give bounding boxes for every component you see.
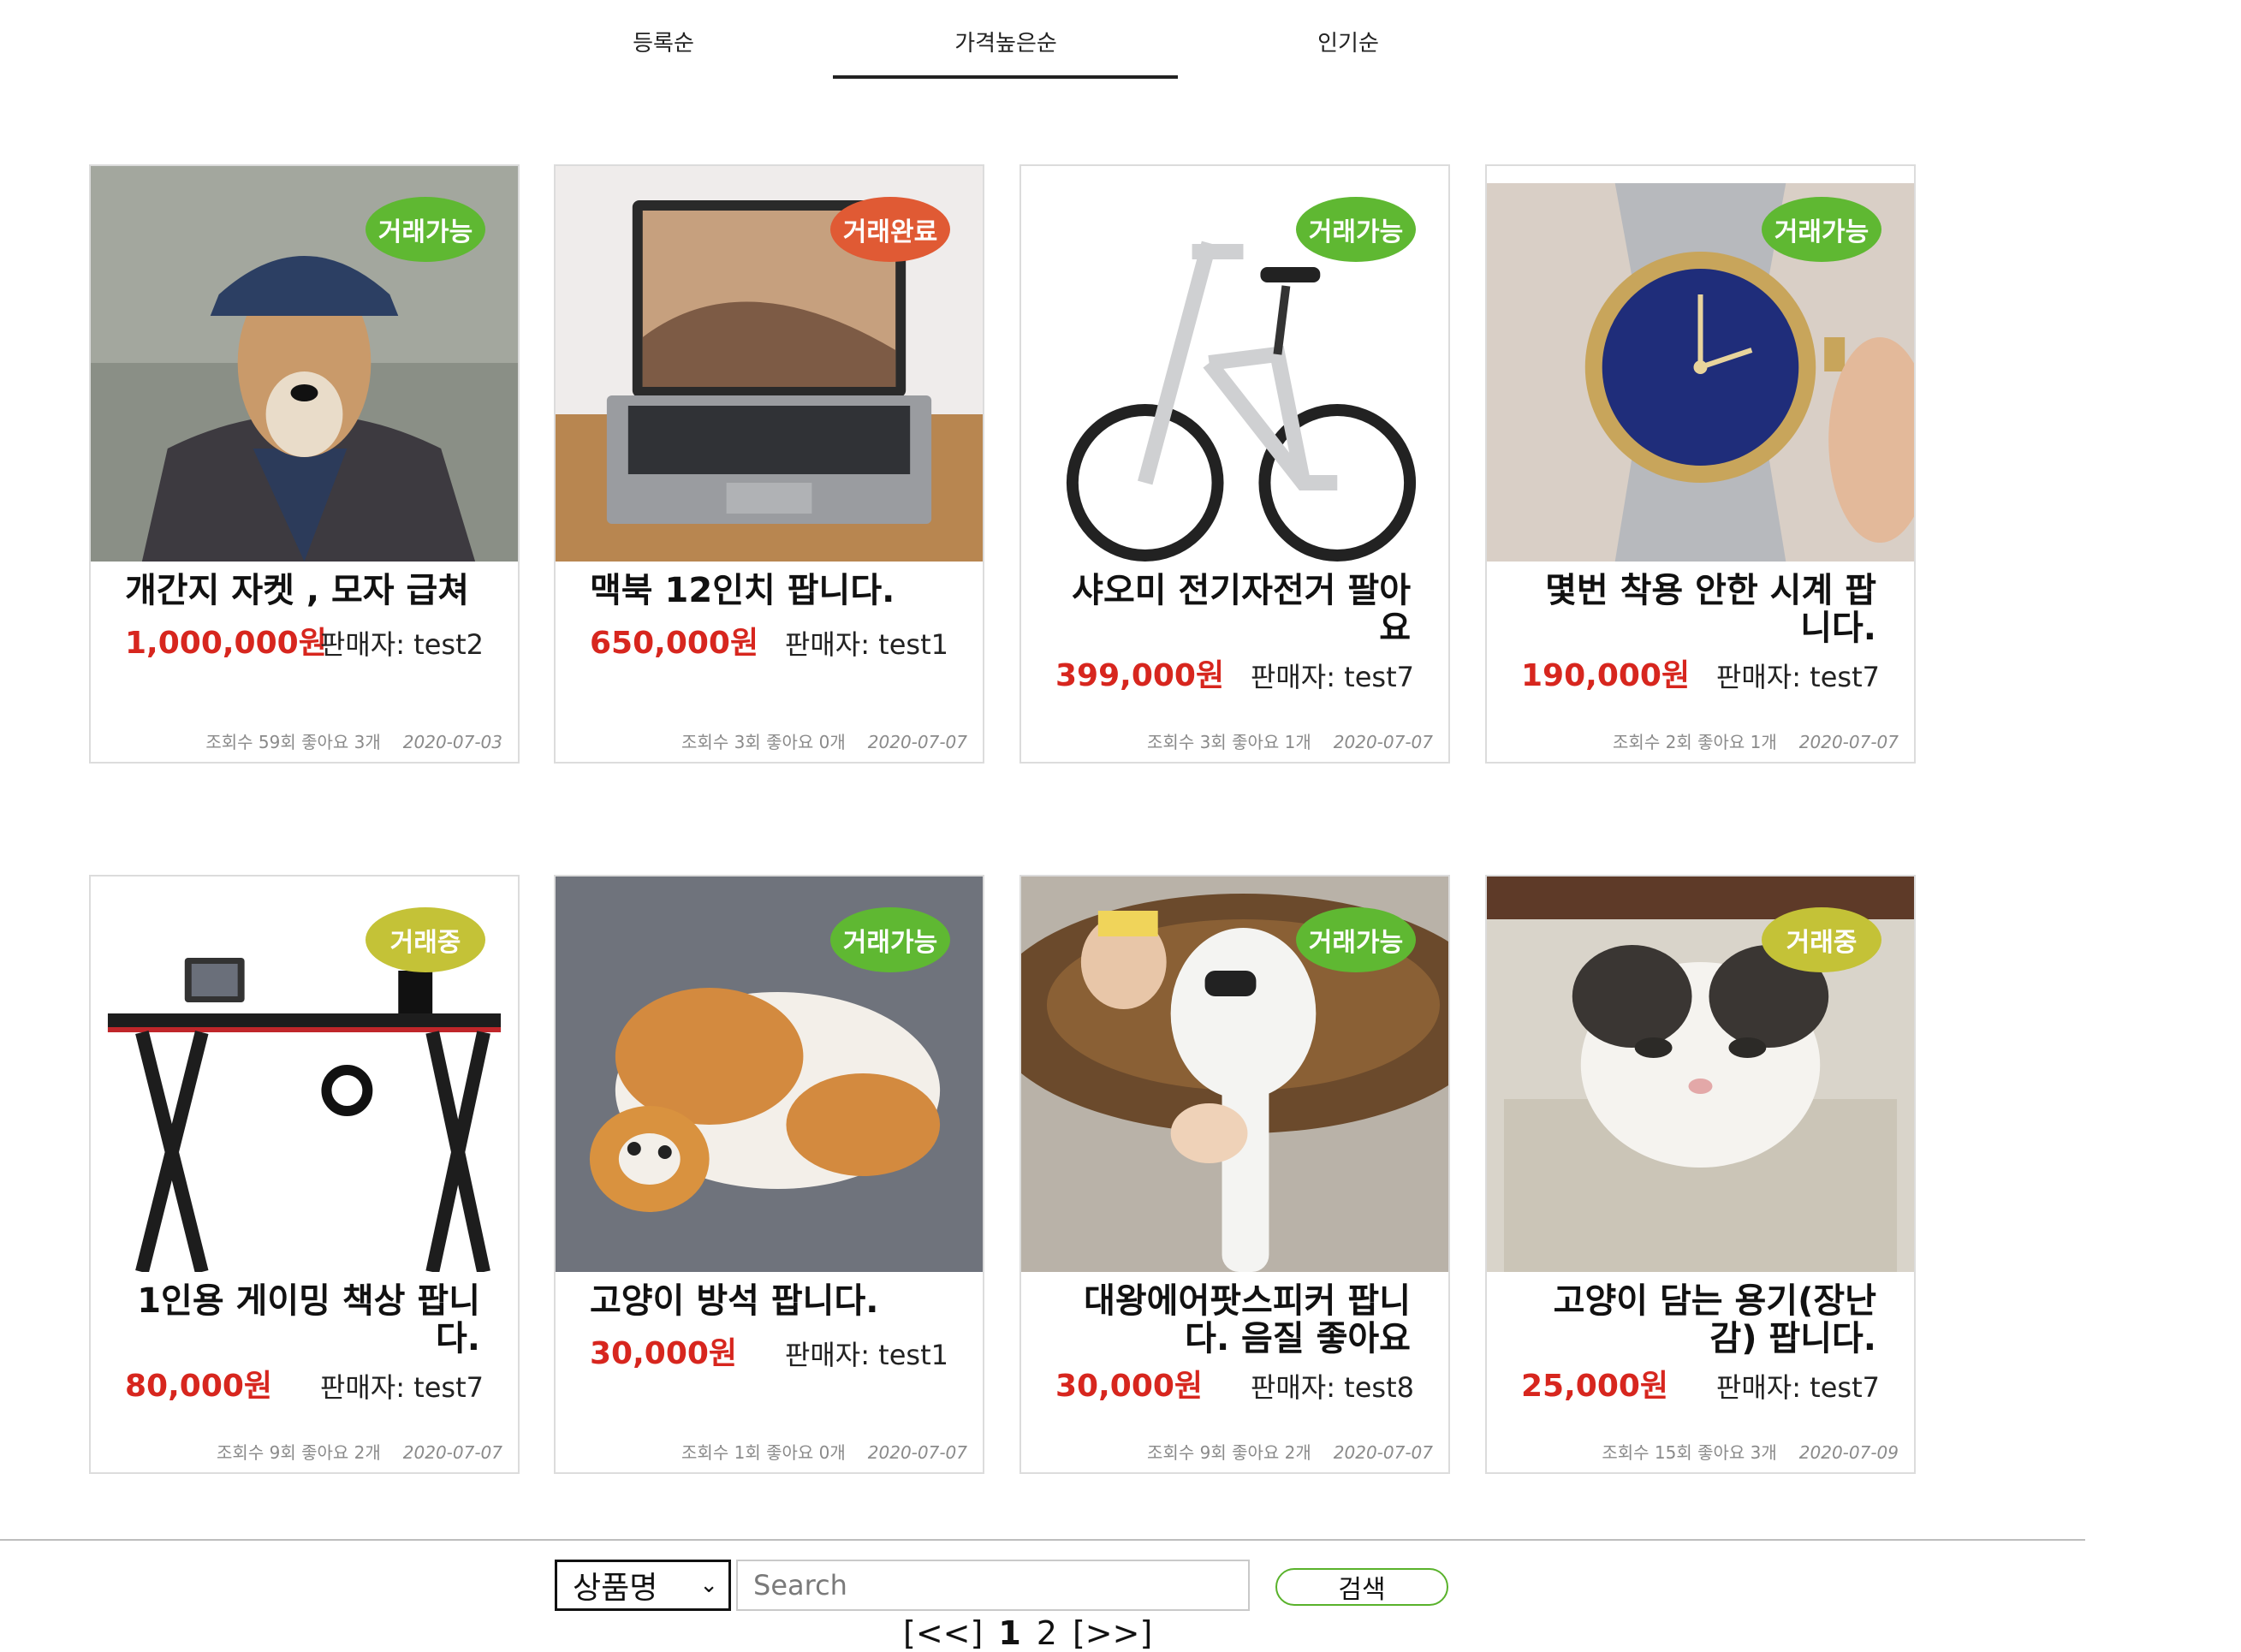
seller-label: 판매자: test1 bbox=[784, 1339, 948, 1371]
last-page-link[interactable]: [>>] bbox=[1073, 1614, 1152, 1652]
product-meta: 조회수 2회 좋아요 1개 2020-07-07 bbox=[1613, 728, 1899, 753]
seller-label: 판매자: test2 bbox=[319, 628, 484, 661]
product-title[interactable]: 대왕에어팟스피커 팝니다. 음질 좋아요 bbox=[1051, 1282, 1411, 1358]
product-meta: 조회수 9회 좋아요 2개 2020-07-07 bbox=[1147, 1439, 1433, 1464]
product-title[interactable]: 맥북 12인치 팝니다. bbox=[590, 572, 958, 609]
view-like-stats: 조회수 2회 좋아요 1개 bbox=[1613, 732, 1777, 752]
product-title[interactable]: 1인용 게이밍 책상 팝니다. bbox=[121, 1282, 480, 1358]
post-date: 2020-07-07 bbox=[1333, 732, 1433, 752]
seller-label: 판매자: test7 bbox=[1250, 661, 1414, 693]
status-badge: 거래중 bbox=[1762, 907, 1881, 972]
product-price: 399,000원 bbox=[1055, 658, 1225, 693]
view-like-stats: 조회수 9회 좋아요 2개 bbox=[217, 1442, 381, 1463]
product-price: 25,000원 bbox=[1521, 1369, 1669, 1404]
view-like-stats: 조회수 59회 좋아요 3개 bbox=[205, 732, 381, 752]
product-title[interactable]: 샤오미 전기자전거 팔아요 bbox=[1051, 572, 1411, 647]
status-badge: 거래가능 bbox=[1296, 197, 1416, 262]
status-badge: 거래가능 bbox=[1762, 197, 1881, 262]
status-badge: 거래가능 bbox=[1296, 907, 1416, 972]
chevron-down-icon: ⌄ bbox=[699, 1572, 718, 1598]
post-date: 2020-07-07 bbox=[867, 1442, 967, 1463]
first-page-link[interactable]: [<<] bbox=[903, 1614, 983, 1652]
product-meta: 조회수 15회 좋아요 3개 2020-07-09 bbox=[1602, 1439, 1899, 1464]
post-date: 2020-07-07 bbox=[1798, 732, 1899, 752]
status-badge: 거래가능 bbox=[830, 907, 950, 972]
post-date: 2020-07-07 bbox=[402, 1442, 502, 1463]
product-price: 80,000원 bbox=[125, 1369, 273, 1404]
tab-popular[interactable]: 인기순 bbox=[1177, 26, 1519, 57]
product-title[interactable]: 몇번 착용 안한 시계 팝니다. bbox=[1517, 572, 1876, 647]
product-card[interactable]: 거래가능 몇번 착용 안한 시계 팝니다. 190,000원 판매자: test… bbox=[1485, 164, 1916, 764]
product-title[interactable]: 고양이 방석 팝니다. bbox=[590, 1282, 958, 1320]
pagination: [<<] 1 2 [>>] bbox=[903, 1614, 1152, 1652]
product-card[interactable]: 거래가능 샤오미 전기자전거 팔아요 399,000원 판매자: test7 조… bbox=[1019, 164, 1450, 764]
tab-price-high[interactable]: 가격높은순 bbox=[835, 26, 1177, 57]
status-badge: 거래완료 bbox=[830, 197, 950, 262]
product-card[interactable]: 거래가능 대왕에어팟스피커 팝니다. 음질 좋아요 30,000원 판매자: t… bbox=[1019, 875, 1450, 1474]
seller-label: 판매자: test1 bbox=[784, 628, 948, 661]
seller-label: 판매자: test7 bbox=[319, 1371, 484, 1404]
seller-label: 판매자: test7 bbox=[1715, 1371, 1880, 1404]
product-price: 30,000원 bbox=[1055, 1369, 1204, 1404]
product-price: 190,000원 bbox=[1521, 658, 1691, 693]
product-price: 1,000,000원 bbox=[125, 626, 327, 661]
status-badge: 거래가능 bbox=[366, 197, 485, 262]
product-meta: 조회수 3회 좋아요 0개 2020-07-07 bbox=[681, 728, 967, 753]
view-like-stats: 조회수 9회 좋아요 2개 bbox=[1147, 1442, 1311, 1463]
footer-divider bbox=[0, 1539, 2085, 1541]
search-category-value: 상품명 bbox=[573, 1571, 658, 1606]
tab-newest[interactable]: 등록순 bbox=[492, 26, 835, 57]
product-meta: 조회수 3회 좋아요 1개 2020-07-07 bbox=[1147, 728, 1433, 753]
search-button[interactable]: 검색 bbox=[1275, 1568, 1448, 1606]
product-price: 650,000원 bbox=[590, 626, 759, 661]
view-like-stats: 조회수 15회 좋아요 3개 bbox=[1602, 1442, 1777, 1463]
seller-label: 판매자: test8 bbox=[1250, 1371, 1414, 1404]
post-date: 2020-07-09 bbox=[1798, 1442, 1899, 1463]
search-input[interactable]: Search bbox=[736, 1560, 1250, 1611]
product-meta: 조회수 59회 좋아요 3개 2020-07-03 bbox=[205, 728, 502, 753]
product-card[interactable]: 거래완료 맥북 12인치 팝니다. 650,000원 판매자: test1 조회… bbox=[554, 164, 984, 764]
post-date: 2020-07-07 bbox=[1333, 1442, 1433, 1463]
product-card[interactable]: 거래가능 개간지 자켓 , 모자 급쳐 1,000,000원 판매자: test… bbox=[89, 164, 520, 764]
post-date: 2020-07-03 bbox=[402, 732, 502, 752]
product-price: 30,000원 bbox=[590, 1336, 738, 1371]
product-card[interactable]: 거래중 고양이 담는 용기(장난감) 팝니다. 25,000원 판매자: tes… bbox=[1485, 875, 1916, 1474]
post-date: 2020-07-07 bbox=[867, 732, 967, 752]
view-like-stats: 조회수 3회 좋아요 1개 bbox=[1147, 732, 1311, 752]
search-placeholder: Search bbox=[753, 1569, 847, 1601]
view-like-stats: 조회수 1회 좋아요 0개 bbox=[681, 1442, 846, 1463]
page-link-2[interactable]: 2 bbox=[1037, 1614, 1057, 1652]
product-title[interactable]: 개간지 자켓 , 모자 급쳐 bbox=[125, 572, 493, 609]
seller-label: 판매자: test7 bbox=[1715, 661, 1880, 693]
active-tab-indicator bbox=[833, 75, 1178, 79]
product-title[interactable]: 고양이 담는 용기(장난감) 팝니다. bbox=[1517, 1282, 1876, 1358]
view-like-stats: 조회수 3회 좋아요 0개 bbox=[681, 732, 846, 752]
status-badge: 거래중 bbox=[366, 907, 485, 972]
product-meta: 조회수 1회 좋아요 0개 2020-07-07 bbox=[681, 1439, 967, 1464]
search-category-select[interactable]: 상품명 ⌄ bbox=[555, 1560, 731, 1611]
product-card[interactable]: 거래중 1인용 게이밍 책상 팝니다. 80,000원 판매자: test7 조… bbox=[89, 875, 520, 1474]
sort-tabs: 등록순 가격높은순 인기순 bbox=[0, 0, 2241, 86]
product-meta: 조회수 9회 좋아요 2개 2020-07-07 bbox=[217, 1439, 502, 1464]
product-card[interactable]: 거래가능 고양이 방석 팝니다. 30,000원 판매자: test1 조회수 … bbox=[554, 875, 984, 1474]
page-link-1[interactable]: 1 bbox=[998, 1614, 1020, 1652]
